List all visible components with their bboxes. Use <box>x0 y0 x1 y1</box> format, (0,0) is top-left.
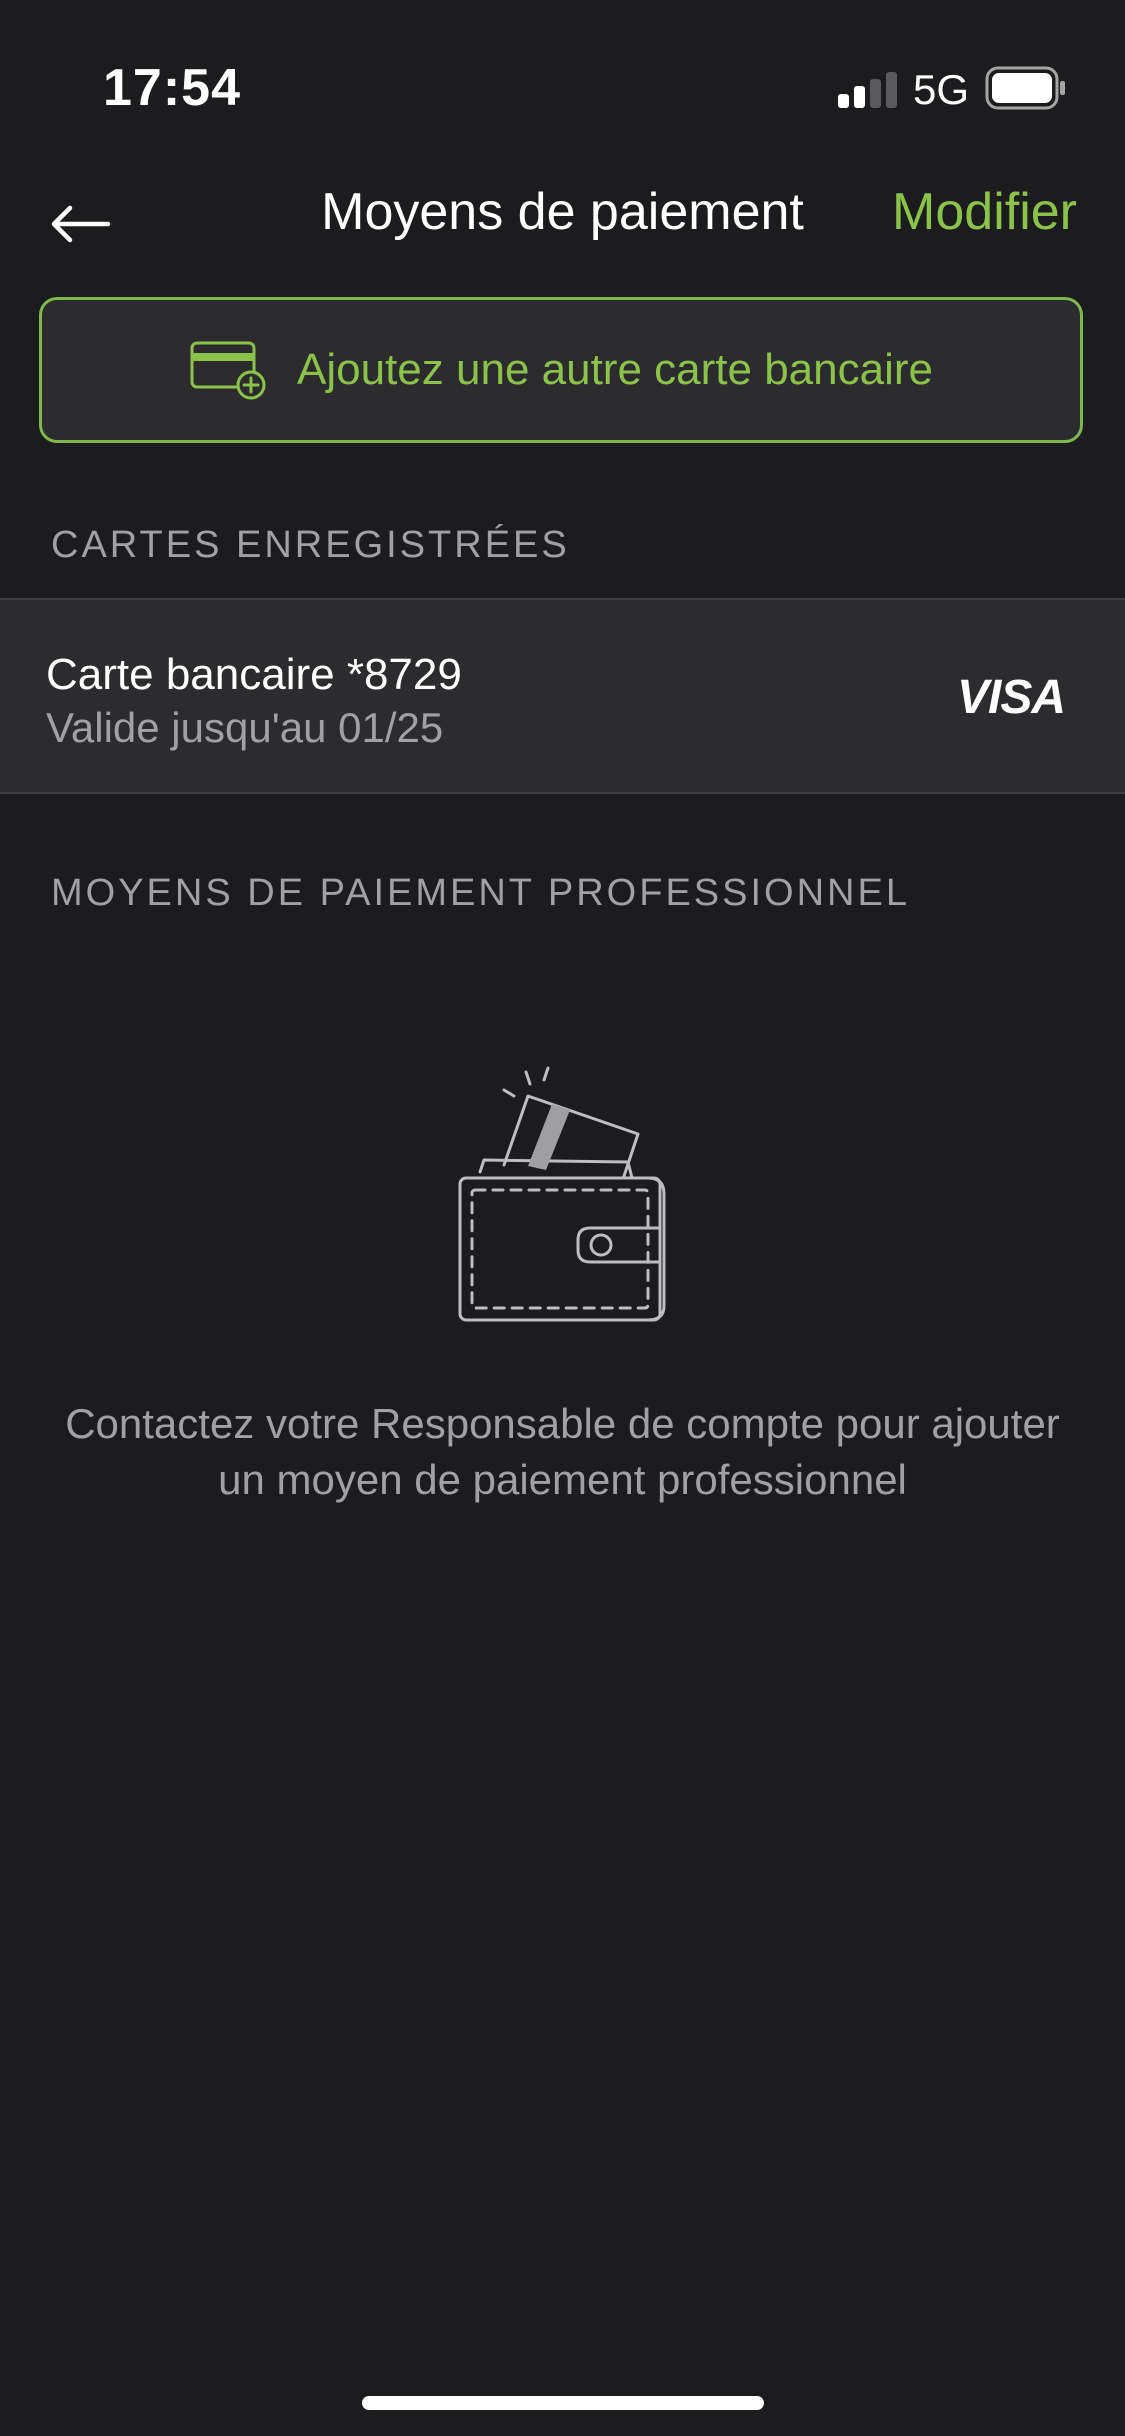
wallet-icon <box>458 1066 666 1322</box>
empty-state-message: Contactez votre Responsable de compte po… <box>65 1400 1060 1503</box>
network-label: 5G <box>913 66 970 113</box>
credit-card-add-icon <box>190 341 266 400</box>
saved-card-row[interactable]: Carte bancaire *8729 Valide jusqu'au 01/… <box>0 598 1125 794</box>
battery-icon <box>985 66 1065 110</box>
edit-button[interactable]: Modifier <box>892 182 1077 242</box>
card-name: Carte bancaire *8729 <box>46 650 462 699</box>
home-indicator[interactable] <box>362 2396 764 2410</box>
add-card-label: Ajoutez une autre carte bancaire <box>297 345 933 394</box>
add-card-button[interactable]: Ajoutez une autre carte bancaire <box>39 297 1083 443</box>
nav-bar: Moyens de paiement Modifier <box>0 160 1125 270</box>
visa-logo-icon: VISA <box>956 671 1066 724</box>
status-bar: 17:54 5G <box>0 0 1125 140</box>
signal-icon <box>838 72 897 108</box>
saved-cards-header: CARTES ENREGISTRÉES <box>51 524 570 566</box>
professional-header: MOYENS DE PAIEMENT PROFESSIONNEL <box>51 872 910 914</box>
card-expiry: Valide jusqu'au 01/25 <box>46 704 444 751</box>
status-time: 17:54 <box>103 59 241 117</box>
